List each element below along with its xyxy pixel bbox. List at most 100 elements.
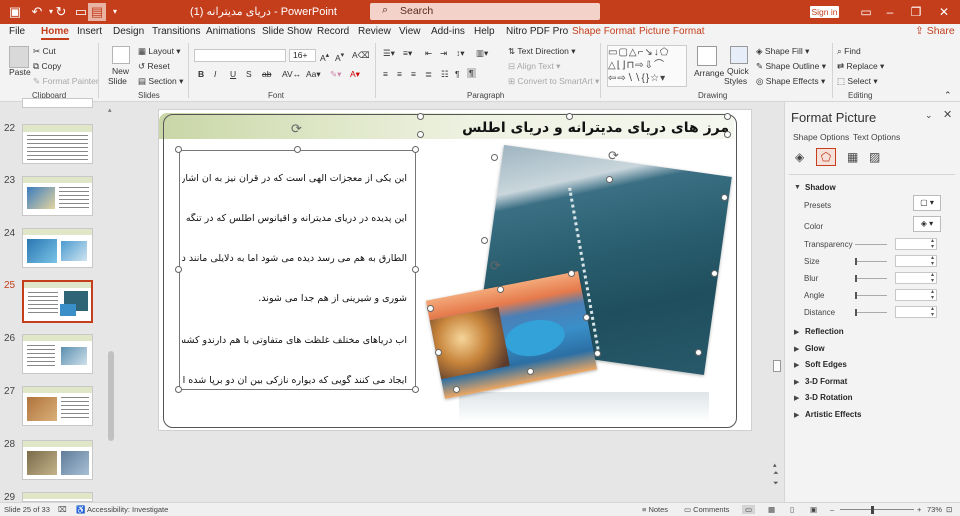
rtl-icon[interactable]: ¶ (467, 68, 476, 78)
scroll-up-icon[interactable]: ▴ (108, 106, 112, 114)
redo-icon[interactable]: ↻ (52, 3, 70, 21)
zoom-out-icon[interactable]: – (830, 505, 834, 514)
maximize-icon[interactable]: ❐ (906, 3, 926, 21)
size-properties-icon[interactable]: ▦ (847, 150, 858, 164)
tab-text-options[interactable]: Text Options (853, 132, 900, 142)
resize-handle[interactable] (491, 154, 498, 161)
resize-handle[interactable] (711, 270, 718, 277)
tab-view[interactable]: View (399, 26, 421, 37)
slide-sorter-icon[interactable]: ▦ (768, 505, 775, 514)
align-right-icon[interactable]: ≡ (411, 69, 416, 79)
tab-review[interactable]: Review (358, 26, 391, 37)
align-text-button[interactable]: ⊟ Align Text ▾ (508, 61, 560, 72)
close-icon[interactable]: ✕ (934, 3, 954, 21)
highlight-icon[interactable]: ✎▾ (330, 69, 341, 80)
chevron-down-icon[interactable]: ▼ (794, 184, 801, 191)
smartart-button[interactable]: ⊞ Convert to SmartArt ▾ (508, 76, 599, 87)
reflection-section[interactable]: Reflection (805, 327, 844, 336)
size-input[interactable]: ▴ ▾ (895, 255, 937, 267)
arrange-button[interactable]: Arrange (694, 68, 724, 78)
resize-handle[interactable] (175, 386, 182, 393)
distribute-icon[interactable]: ☷ (441, 69, 449, 80)
find-button[interactable]: ⌕ Find (837, 46, 861, 57)
slide-thumbnail-partial[interactable] (22, 98, 93, 108)
shadow-section[interactable]: Shadow (805, 183, 836, 192)
underline-button[interactable]: U (230, 69, 236, 79)
tab-file[interactable]: File (9, 26, 25, 37)
increase-font-icon[interactable]: A▴ (320, 50, 329, 63)
resize-handle[interactable] (412, 266, 419, 273)
transparency-slider[interactable] (855, 244, 887, 245)
ltr-icon[interactable]: ¶ (455, 69, 460, 79)
resize-handle[interactable] (695, 349, 702, 356)
slider-knob[interactable] (855, 292, 857, 299)
resize-handle[interactable] (583, 314, 590, 321)
comments-button[interactable]: ▭ Comments (684, 505, 729, 514)
quick-styles-label-2[interactable]: Styles (724, 76, 747, 86)
tab-design[interactable]: Design (113, 26, 144, 37)
resize-handle[interactable] (412, 386, 419, 393)
cut-button[interactable]: ✂ Cut (33, 46, 56, 57)
resize-handle[interactable] (497, 286, 504, 293)
slide-thumbnail[interactable] (22, 124, 93, 164)
chevron-right-icon[interactable]: ▶ (794, 328, 799, 336)
zoom-level[interactable]: 73% (927, 505, 942, 514)
slider-knob[interactable] (855, 275, 857, 282)
picture-icon[interactable]: ▨ (869, 150, 880, 164)
resize-handle[interactable] (606, 176, 613, 183)
chevron-right-icon[interactable]: ▶ (794, 394, 799, 402)
italic-button[interactable]: I (214, 69, 216, 79)
size-slider[interactable] (855, 261, 887, 262)
customize-qat-icon[interactable]: ▾ (106, 3, 124, 21)
zoom-slider[interactable] (840, 509, 914, 510)
select-button[interactable]: ⬚ Select ▾ (837, 76, 878, 87)
tab-help[interactable]: Help (474, 26, 495, 37)
resize-handle[interactable] (724, 113, 731, 120)
chevron-right-icon[interactable]: ▶ (794, 361, 799, 369)
3d-format-section[interactable]: 3-D Format (805, 377, 847, 386)
font-color-icon[interactable]: A▾ (350, 69, 360, 80)
strikethrough-icon[interactable]: ab (262, 69, 271, 79)
reading-view-icon[interactable]: ▯ (790, 505, 794, 514)
pane-options-icon[interactable]: ⌄ (925, 110, 933, 121)
shapes-gallery[interactable]: ▭▢△⌐↘↓⬠ △⌊⌋⊓⇨⇩⌒ ⇦⇨∖∖{}☆▾ (607, 45, 687, 87)
shadow-color-dropdown[interactable]: ◈ ▾ (913, 216, 941, 232)
scroll-up-icon[interactable]: ▴ (773, 461, 777, 469)
char-spacing-icon[interactable]: AV↔ (282, 69, 301, 79)
resize-handle[interactable] (566, 113, 573, 120)
slide-thumbnail[interactable] (22, 176, 93, 216)
font-name-input[interactable] (194, 49, 286, 62)
quick-styles-icon[interactable] (730, 46, 748, 64)
replace-button[interactable]: ⇄ Replace ▾ (837, 61, 884, 72)
bullets-icon[interactable]: ☰▾ (383, 48, 395, 59)
distance-slider[interactable] (855, 312, 887, 313)
text-direction-button[interactable]: ⇅ Text Direction ▾ (508, 46, 575, 57)
resize-handle[interactable] (417, 131, 424, 138)
chevron-right-icon[interactable]: ▶ (794, 411, 799, 419)
tab-add-ins[interactable]: Add-ins (431, 26, 465, 37)
resize-handle[interactable] (435, 349, 442, 356)
body-textbox[interactable]: این یکی از معجزات الهی است که در قرآن نی… (179, 150, 416, 390)
new-slide-label-2[interactable]: Slide (108, 76, 127, 86)
minimize-icon[interactable]: – (880, 3, 900, 21)
slide-thumbnail[interactable] (22, 334, 93, 374)
increase-indent-icon[interactable]: ⇥ (440, 48, 447, 59)
shadow-text-button[interactable]: S (246, 69, 252, 79)
resize-handle[interactable] (175, 146, 182, 153)
glow-section[interactable]: Glow (805, 344, 825, 353)
scroll-thumb[interactable] (108, 351, 114, 441)
blur-input[interactable]: ▴ ▾ (895, 272, 937, 284)
align-center-icon[interactable]: ≡ (397, 69, 402, 79)
resize-handle[interactable] (481, 237, 488, 244)
slide-show-icon[interactable]: ▣ (810, 505, 817, 514)
fill-line-icon[interactable]: ◈ (795, 150, 804, 164)
format-painter-button[interactable]: ✎ Format Painter (33, 76, 99, 87)
presets-dropdown[interactable]: ▢ ▾ (913, 195, 941, 211)
justify-icon[interactable]: ≣ (425, 69, 432, 80)
resize-handle[interactable] (527, 368, 534, 375)
3d-rotation-section[interactable]: 3-D Rotation (805, 393, 853, 402)
save-icon[interactable]: ▣ (6, 3, 24, 21)
next-slide-icon[interactable]: ⏷ (773, 480, 779, 488)
slide-thumbnail[interactable] (22, 228, 93, 268)
resize-handle[interactable] (417, 113, 424, 120)
